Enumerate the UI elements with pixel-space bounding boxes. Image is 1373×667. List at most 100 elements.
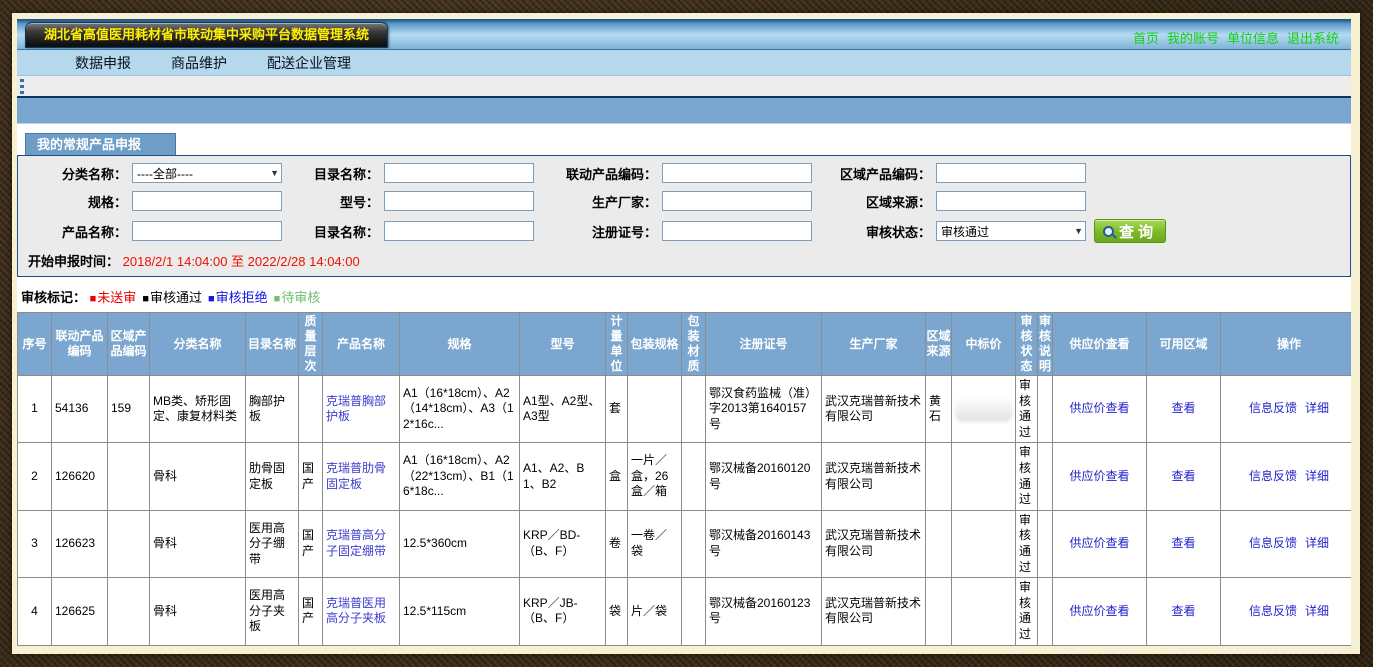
field-input-7[interactable] [936, 191, 1086, 211]
grip-handle-icon[interactable] [20, 79, 24, 94]
search-button-label: 查 询 [1119, 221, 1153, 242]
available-region-link[interactable]: 查看 [1171, 536, 1195, 550]
page-frame: 湖北省高值医用耗材省市联动集中采购平台数据管理系统 首页我的账号单位信息退出系统… [12, 13, 1360, 654]
cell-audit_note [1038, 376, 1053, 443]
field-input-8[interactable] [132, 221, 282, 241]
field-label-0: 分类名称： [22, 164, 132, 183]
legend-square-icon: ■ [90, 293, 97, 305]
field-select-11[interactable]: 审核通过▼ [936, 221, 1086, 241]
cell-supply_price: 供应价查看 [1053, 376, 1147, 443]
declare-period-label: 开始申报时间： [28, 254, 119, 269]
available-region-link[interactable]: 查看 [1171, 469, 1195, 483]
cell-quality: 国产 [299, 578, 323, 645]
cell-ops: 信息反馈详细 [1221, 510, 1352, 577]
cell-link_code: 126625 [52, 578, 108, 645]
top-link-2[interactable]: 单位信息 [1227, 31, 1279, 46]
product-name-link[interactable]: 克瑞普医用高分子夹板 [326, 596, 386, 626]
available-region-link[interactable]: 查看 [1171, 604, 1195, 618]
col-header-pack_spec: 包装规格 [628, 313, 682, 376]
field-label-4: 规格： [22, 192, 132, 211]
cell-quality: 国产 [299, 443, 323, 510]
menu-item-1[interactable]: 商品维护 [171, 53, 227, 73]
top-link-3[interactable]: 退出系统 [1287, 31, 1339, 46]
cell-unit: 袋 [606, 578, 628, 645]
col-header-model: 型号 [520, 313, 606, 376]
field-input-2[interactable] [662, 163, 812, 183]
app-title: 湖北省高值医用耗材省市联动集中采购平台数据管理系统 [25, 22, 388, 48]
detail-link[interactable]: 详细 [1305, 469, 1329, 483]
cell-region_source [926, 443, 952, 510]
spacer [17, 124, 1351, 133]
field-select-0[interactable]: ----全部----▼ [132, 163, 282, 183]
feedback-link[interactable]: 信息反馈 [1249, 604, 1297, 618]
field-input-4[interactable] [132, 191, 282, 211]
detail-link[interactable]: 详细 [1305, 604, 1329, 618]
product-name-link[interactable]: 克瑞普肋骨固定板 [326, 461, 386, 491]
cell-product: 克瑞普高分子固定绷带 [323, 510, 400, 577]
cell-pack_material [682, 443, 706, 510]
cell-spec: A1（16*18cm）、A2（22*13cm）、B1（16*18c... [400, 443, 520, 510]
supply-price-link[interactable]: 供应价查看 [1069, 401, 1129, 415]
menu-item-0[interactable]: 数据申报 [75, 53, 131, 73]
cell-ops: 信息反馈详细 [1221, 376, 1352, 443]
legend-item-label: 审核通过 [150, 290, 202, 305]
field-input-9[interactable] [384, 221, 534, 241]
cell-spec: 网状绷带、片状绷带、胸 [400, 645, 520, 646]
product-name-link[interactable]: 克瑞普胸部护板 [326, 394, 386, 424]
cell-bid_price [952, 376, 1016, 443]
supply-price-link[interactable]: 供应价查看 [1069, 536, 1129, 550]
declare-period-value: 2018/2/1 14:04:00 至 2022/2/28 14:04:00 [123, 254, 360, 269]
field-label-1: 目录名称： [292, 164, 384, 183]
toolbar-band [17, 98, 1351, 124]
col-header-region_source: 区域来源 [926, 313, 952, 376]
field-label-2: 联动产品编码： [544, 164, 662, 183]
top-link-0[interactable]: 首页 [1133, 31, 1159, 46]
available-region-link[interactable]: 查看 [1171, 401, 1195, 415]
detail-link[interactable]: 详细 [1305, 401, 1329, 415]
col-header-quality: 质量层次 [299, 313, 323, 376]
cell-region_code [108, 443, 150, 510]
detail-link[interactable]: 详细 [1305, 536, 1329, 550]
feedback-link[interactable]: 信息反馈 [1249, 401, 1297, 415]
col-header-category: 分类名称 [150, 313, 246, 376]
cell-spec: 12.5*115cm [400, 578, 520, 645]
cell-category: 骨科 [150, 443, 246, 510]
field-input-3[interactable] [936, 163, 1086, 183]
cell-region_code [108, 578, 150, 645]
col-header-unit: 计量单位 [606, 313, 628, 376]
field-input-6[interactable] [662, 191, 812, 211]
cell-reg_no: 鄂汉械备20160123号 [706, 578, 822, 645]
cell-model: KRP／BD-（B、F） [520, 510, 606, 577]
search-button[interactable]: 查 询 [1094, 219, 1166, 243]
legend-item-2: ■审核拒绝 [208, 290, 268, 305]
cell-model: A类、B类、C [520, 645, 606, 646]
cell-seq: 3 [18, 510, 52, 577]
audit-legend-label: 审核标记： [21, 290, 86, 305]
cell-bid_price [952, 443, 1016, 510]
cell-link_code: 126620 [52, 443, 108, 510]
cell-audit_status: 审核 [1016, 645, 1038, 646]
feedback-link[interactable]: 信息反馈 [1249, 536, 1297, 550]
top-link-1[interactable]: 我的账号 [1167, 31, 1219, 46]
field-input-10[interactable] [662, 221, 812, 241]
product-table: 序号联动产品编码区域产品编码分类名称目录名称质量层次产品名称规格型号计量单位包装… [17, 312, 1351, 646]
cell-pack_spec [628, 645, 682, 646]
feedback-link[interactable]: 信息反馈 [1249, 469, 1297, 483]
supply-price-link[interactable]: 供应价查看 [1069, 604, 1129, 618]
menu-item-2[interactable]: 配送企业管理 [267, 53, 351, 73]
cell-region_source [926, 645, 952, 646]
field-input-1[interactable] [384, 163, 534, 183]
cell-audit_note [1038, 510, 1053, 577]
legend-item-1: ■审核通过 [142, 290, 202, 305]
product-name-link[interactable]: 克瑞普高分子固定绷带 [326, 528, 386, 558]
cell-ops [1221, 645, 1352, 646]
legend-item-3: ■待审核 [274, 290, 321, 305]
field-input-5[interactable] [384, 191, 534, 211]
select-value: 审核通过 [941, 223, 989, 240]
table-row: 4126625骨科医用高分子夹板国产克瑞普医用高分子夹板12.5*115cmKR… [18, 578, 1352, 645]
legend-square-icon: ■ [274, 293, 281, 305]
cell-seq [18, 645, 52, 646]
cell-category: MB类、矫形固定、康复材料类 [150, 376, 246, 443]
tab-my-regular-product-declare[interactable]: 我的常规产品申报 [25, 133, 176, 155]
supply-price-link[interactable]: 供应价查看 [1069, 469, 1129, 483]
